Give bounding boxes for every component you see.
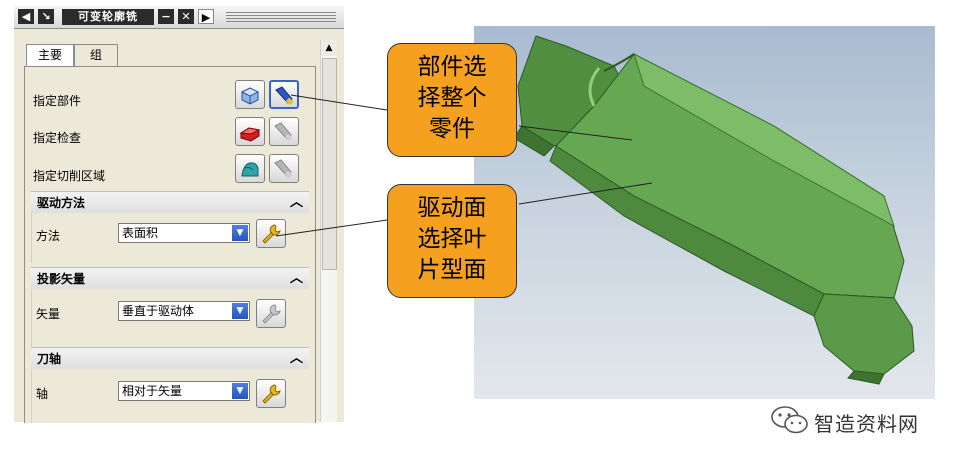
callout-line: 选择叶 <box>417 226 487 252</box>
callout-line: 部件选 <box>417 54 487 80</box>
callout-line: 驱动面 <box>417 195 487 221</box>
leader-line-part <box>290 94 388 111</box>
watermark: 智造资料网 <box>770 404 918 438</box>
callout-drive-surface: 驱动面 选择叶 片型面 <box>387 184 517 298</box>
callout-line: 择整个 <box>417 85 487 111</box>
callout-line: 零件 <box>429 116 475 142</box>
watermark-text: 智造资料网 <box>814 412 919 436</box>
leader-line-part-model <box>518 125 633 141</box>
leader-line-drive-model <box>518 182 653 205</box>
callout-line: 片型面 <box>417 257 487 283</box>
wechat-icon <box>771 406 808 434</box>
callout-part-selection: 部件选 择整个 零件 <box>387 43 517 157</box>
leader-line-drive <box>275 219 388 237</box>
